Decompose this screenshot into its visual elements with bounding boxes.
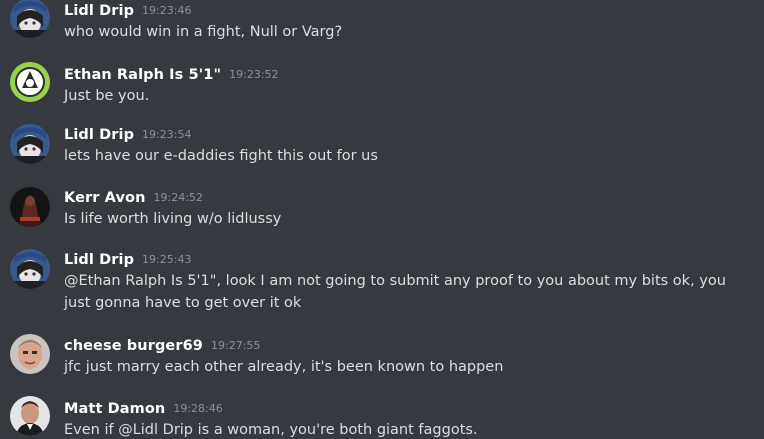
man-portrait-avatar[interactable]	[10, 396, 50, 436]
anime-girl-avatar[interactable]	[10, 249, 50, 289]
chat-message-list: Lidl Drip 19:23:46 who would win in a fig…	[0, 0, 764, 439]
message-text: Just be you.	[64, 88, 150, 104]
message-text: @Ethan Ralph Is 5'1", look I am not goin…	[64, 273, 726, 311]
message-text: Is life worth living w/o lidlussy	[64, 211, 282, 227]
dark-figure-avatar[interactable]	[10, 187, 50, 227]
message-timestamp: 19:23:54	[142, 128, 192, 141]
message-timestamp: 19:23:52	[229, 68, 279, 81]
anime-girl-avatar[interactable]	[10, 124, 50, 164]
message-author[interactable]: Lidl Drip	[64, 127, 134, 143]
message-author[interactable]: Ethan Ralph Is 5'1"	[64, 67, 221, 83]
message-timestamp: 19:24:52	[153, 191, 203, 204]
message-author[interactable]: Lidl Drip	[64, 3, 134, 19]
anime-girl-avatar[interactable]	[10, 0, 50, 38]
message-timestamp: 19:25:43	[142, 253, 192, 266]
message-text: lets have our e-daddies fight this out f…	[64, 148, 378, 164]
message-text: who would win in a fight, Null or Varg?	[64, 24, 343, 40]
man-face-avatar[interactable]	[10, 334, 50, 374]
green-emblem-avatar[interactable]	[10, 62, 50, 102]
message-timestamp: 19:27:55	[211, 339, 261, 352]
message-timestamp: 19:28:46	[173, 402, 223, 415]
message-author[interactable]: Lidl Drip	[64, 252, 134, 268]
message-text: Even if @Lidl Drip is a woman, you're bo…	[64, 422, 478, 438]
message-timestamp: 19:23:46	[142, 4, 192, 17]
message-text: jfc just marry each other already, it's …	[64, 359, 504, 375]
message-author[interactable]: cheese burger69	[64, 338, 203, 354]
message-author[interactable]: Kerr Avon	[64, 190, 146, 206]
message-author[interactable]: Matt Damon	[64, 401, 165, 417]
